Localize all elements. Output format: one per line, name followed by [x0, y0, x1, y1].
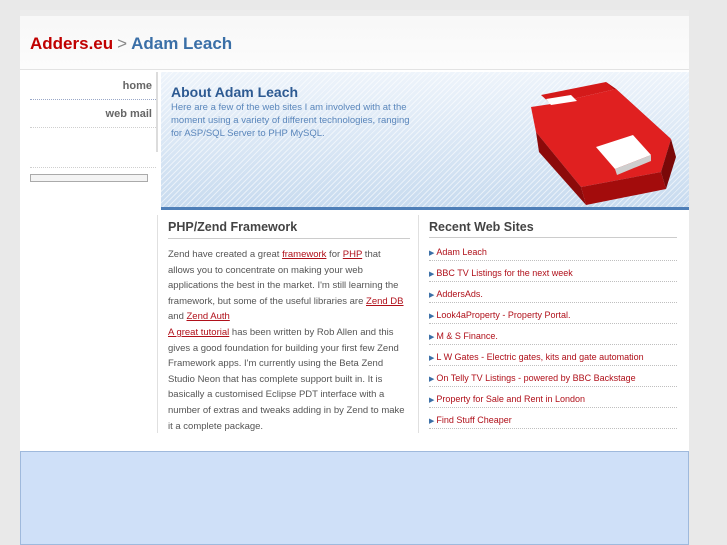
- nav-divider: [156, 72, 158, 152]
- header: Adders.eu > Adam Leach: [20, 10, 689, 70]
- zend-auth-link[interactable]: Zend Auth: [187, 311, 230, 322]
- footer-panel: [20, 451, 689, 545]
- nav-spacer: [30, 128, 156, 168]
- arrow-bullet-icon: ▶: [429, 271, 435, 278]
- breadcrumb-separator: >: [117, 34, 128, 53]
- article-text-1: Zend have created a great: [168, 249, 283, 260]
- nav-item-web-mail[interactable]: web mail: [30, 100, 156, 128]
- site-link[interactable]: Find Stuff Cheaper: [436, 415, 511, 425]
- page-title: Adam Leach: [131, 34, 233, 53]
- recent-sites-column: Recent Web Sites ▶ Adam Leach ▶ BBC TV Lis…: [420, 215, 689, 429]
- banner-title: About Adam Leach: [171, 84, 299, 100]
- about-banner: About Adam Leach Here are a few of the w…: [161, 72, 689, 210]
- recent-sites-list: ▶ Adam Leach ▶ BBC TV Listings for the nex…: [429, 240, 677, 429]
- article-text-4: and: [168, 311, 187, 323]
- page: Adders.eu > Adam Leach home web mail About…: [20, 10, 689, 545]
- arrow-bullet-icon: ▶: [429, 397, 435, 404]
- list-item: ▶ Look4aProperty - Property Portal.: [429, 303, 677, 324]
- site-link[interactable]: Look4aProperty - Property Portal.: [436, 310, 570, 320]
- list-item: ▶ Find Stuff Cheaper: [429, 408, 677, 429]
- site-link[interactable]: Property for Sale and Rent in London: [436, 394, 585, 404]
- php-link[interactable]: PHP: [343, 249, 362, 260]
- article-title: PHP/Zend Framework: [168, 220, 410, 239]
- red-sofa-illustration: [531, 82, 676, 205]
- site-link[interactable]: BBC TV Listings for the next week: [436, 268, 572, 278]
- arrow-bullet-icon: ▶: [429, 313, 435, 320]
- list-item: ▶ AddersAds.: [429, 282, 677, 303]
- nav-item-home[interactable]: home: [30, 72, 156, 100]
- list-item: ▶ BBC TV Listings for the next week: [429, 261, 677, 282]
- arrow-bullet-icon: ▶: [429, 376, 435, 383]
- great-tutorial-link[interactable]: A great tutorial: [168, 327, 229, 338]
- article-text-2: for: [326, 249, 343, 260]
- article-body: Zend have created a great framework for …: [168, 247, 408, 434]
- framework-link[interactable]: framework: [282, 249, 326, 260]
- arrow-bullet-icon: ▶: [429, 292, 435, 299]
- article-column: PHP/Zend Framework Zend have created a g…: [157, 215, 419, 433]
- arrow-bullet-icon: ▶: [429, 355, 435, 362]
- list-item: ▶ L W Gates - Electric gates, kits and ga…: [429, 345, 677, 366]
- list-item: ▶ Adam Leach: [429, 240, 677, 261]
- site-link[interactable]: AddersAds.: [436, 289, 483, 299]
- site-link[interactable]: Adam Leach: [436, 247, 487, 257]
- list-item: ▶ M & S Finance.: [429, 324, 677, 345]
- arrow-bullet-icon: ▶: [429, 418, 435, 425]
- zend-db-link[interactable]: Zend DB: [366, 296, 404, 307]
- list-item: ▶ Property for Sale and Rent in London: [429, 387, 677, 408]
- arrow-bullet-icon: ▶: [429, 334, 435, 341]
- article-text-5: has been written by Rob Allen and this g…: [168, 326, 405, 432]
- nav-empty-box: [30, 174, 148, 182]
- header-top-strip: [20, 10, 689, 16]
- site-link[interactable]: L W Gates - Electric gates, kits and gat…: [436, 352, 643, 362]
- brand-link[interactable]: Adders.eu: [30, 34, 113, 53]
- recent-sites-title: Recent Web Sites: [429, 220, 677, 238]
- sidebar-nav: home web mail: [30, 72, 156, 182]
- list-item: ▶ On Telly TV Listings - powered by BBC B…: [429, 366, 677, 387]
- banner-text: Here are a few of the web sites I am inv…: [171, 102, 410, 139]
- arrow-bullet-icon: ▶: [429, 250, 435, 257]
- site-link[interactable]: M & S Finance.: [436, 331, 498, 341]
- site-link[interactable]: On Telly TV Listings - powered by BBC Ba…: [436, 373, 635, 383]
- site-title: Adders.eu > Adam Leach: [30, 34, 232, 54]
